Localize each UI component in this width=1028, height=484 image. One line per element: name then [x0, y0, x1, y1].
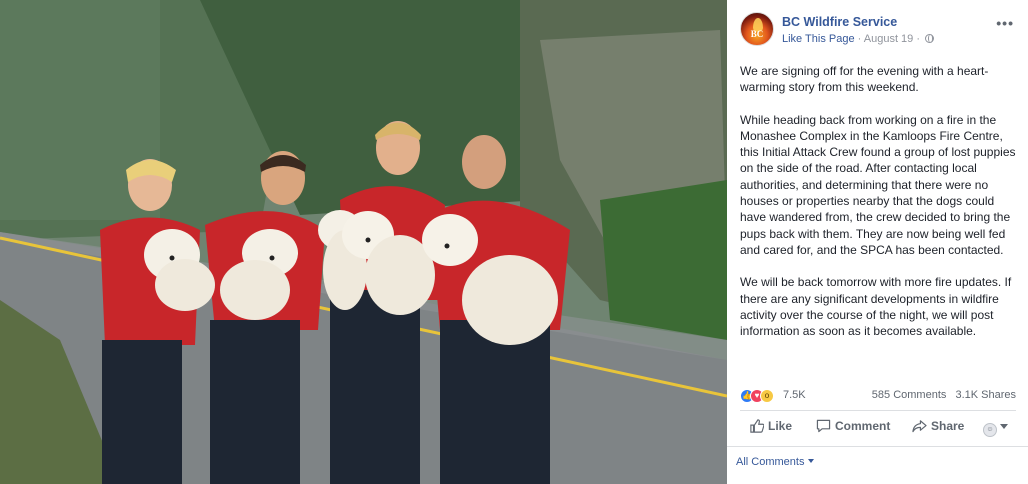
viewer-avatar-icon: ☺: [983, 423, 997, 437]
thumbs-up-icon: [750, 419, 764, 433]
comment-button-label: Comment: [835, 419, 891, 433]
shares-count-link[interactable]: 3.1K Shares: [955, 389, 1016, 401]
all-comments-label: All Comments: [736, 456, 805, 468]
share-button[interactable]: Share: [912, 419, 964, 437]
comment-icon: [816, 419, 831, 433]
reactions-count[interactable]: 7.5K: [783, 389, 806, 401]
wow-reaction-icon: o: [760, 389, 774, 403]
comments-count-link[interactable]: 585 Comments: [872, 389, 947, 401]
post-meta: Like This Page · August 19 ·: [782, 33, 935, 45]
post-photo[interactable]: [0, 0, 727, 484]
post-paragraph-3: We will be back tomorrow with more fire …: [740, 275, 1012, 339]
like-page-link[interactable]: Like This Page: [782, 33, 855, 45]
post-paragraph-2: While heading back from working on a fir…: [740, 112, 1016, 257]
all-comments-dropdown[interactable]: All Comments: [736, 456, 815, 468]
comment-button[interactable]: Comment: [816, 419, 890, 437]
post-stats: 👍 ♥ o 7.5K 585 Comments 3.1K Shares: [740, 388, 1016, 404]
meta-separator: ·: [854, 33, 864, 45]
post-paragraph-1: We are signing off for the evening with …: [740, 64, 989, 95]
post-date[interactable]: August 19: [864, 33, 914, 45]
chevron-down-icon: [1000, 424, 1008, 429]
share-button-label: Share: [931, 419, 965, 433]
globe-icon: [925, 34, 935, 43]
post-as-selector[interactable]: ☺: [983, 420, 1008, 438]
page-name-link[interactable]: BC Wildfire Service: [782, 15, 897, 29]
page-avatar[interactable]: BC: [740, 12, 774, 46]
post-actions: Like Comment Share ☺: [740, 416, 1020, 440]
meta-separator-2: ·: [913, 33, 924, 45]
like-button-label: Like: [768, 419, 793, 433]
avatar-text: BC: [750, 29, 764, 39]
post-header: BC BC Wildfire Service Like This Page · …: [740, 12, 1020, 48]
stats-divider: [740, 410, 1016, 411]
engagement-counts: 585 Comments 3.1K Shares: [866, 389, 1016, 401]
post-text: We are signing off for the evening with …: [740, 63, 1020, 355]
share-icon: [912, 420, 927, 433]
chevron-down-icon: [808, 459, 815, 463]
more-options-button[interactable]: •••: [996, 15, 1014, 31]
like-button[interactable]: Like: [750, 419, 792, 437]
post-panel: BC BC Wildfire Service Like This Page · …: [727, 0, 1028, 484]
photo-illustration: [0, 0, 727, 484]
actions-divider: [727, 446, 1028, 447]
